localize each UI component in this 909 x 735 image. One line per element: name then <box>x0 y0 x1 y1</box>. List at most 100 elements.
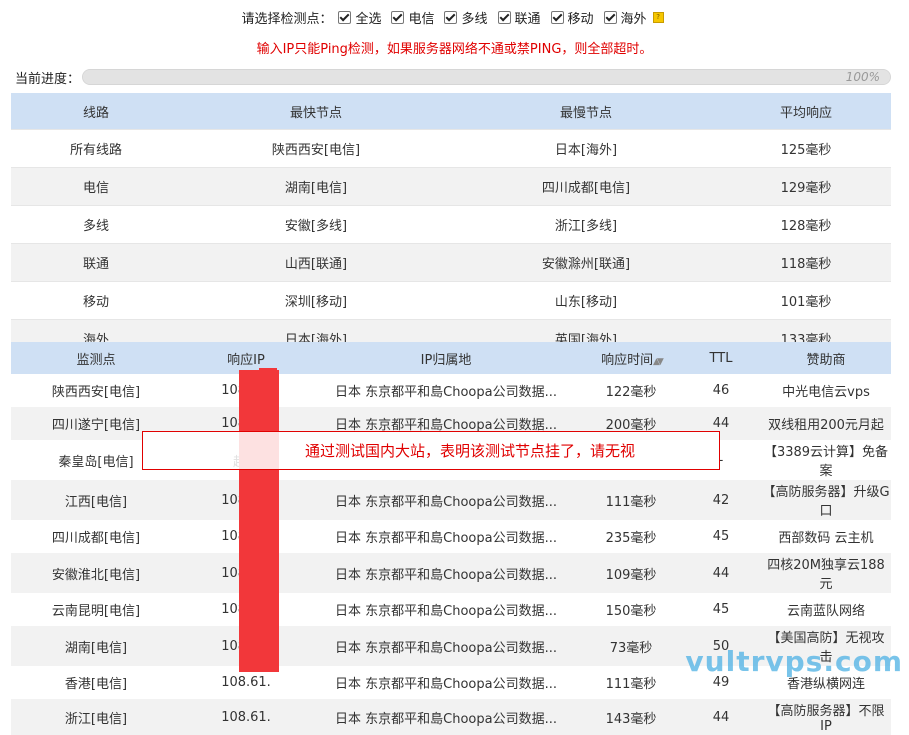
detail-header-label: IP归属地 <box>420 352 472 368</box>
detail-cell-sponsor[interactable]: 【高防服务器】升级G口 <box>761 480 891 520</box>
summary-cell: 101毫秒 <box>721 281 891 320</box>
table-row: 浙江[电信] 108.61. 日本 东京都平和島Choopa公司数据... 143毫秒… <box>11 699 891 735</box>
detail-header-cell: IP归属地 <box>311 342 581 374</box>
detail-cell-ip: 108.61. <box>181 699 311 735</box>
table-row: 江西[电信]108.61.日本 东京都平和島Choopa公司数据...111毫秒… <box>11 480 891 520</box>
detail-cell-ttl: 42 <box>681 480 761 520</box>
option-label: 海外 <box>620 11 647 27</box>
checkbox-telecom[interactable] <box>391 10 405 24</box>
summary-cell: 深圳[移动] <box>181 281 451 320</box>
detail-cell-sponsor[interactable]: 四核20M独享云188元 <box>761 553 891 593</box>
summary-header-cell: 线路 <box>11 93 181 130</box>
detail-cell-loc: 日本 东京都平和島Choopa公司数据... <box>311 480 581 520</box>
summary-cell: 移动 <box>11 281 181 320</box>
summary-cell: 129毫秒 <box>721 167 891 206</box>
option-label: 多线 <box>461 11 488 27</box>
option-label: 联通 <box>514 11 541 27</box>
summary-cell: 四川成都[电信] <box>451 167 721 206</box>
detail-cell-sponsor[interactable]: 【高防服务器】不限IP <box>761 699 891 735</box>
summary-row: 电信 湖南[电信] 四川成都[电信] 129毫秒 <box>11 167 891 206</box>
detail-header-label: 响应时间 <box>601 352 654 368</box>
option-multiline[interactable]: 多线 <box>444 8 488 27</box>
detail-cell-sponsor[interactable]: 云南蓝队网络 <box>761 593 891 626</box>
detail-cell-ttl: 46 <box>712 383 730 398</box>
detail-header-label: 响应IP <box>227 352 265 368</box>
option-label: 全选 <box>355 11 382 27</box>
detail-cell-loc: 日本 东京都平和島Choopa公司数据... <box>335 531 557 546</box>
summary-cell: 山西[联通] <box>181 243 451 282</box>
detail-header-label: 监测点 <box>76 352 116 368</box>
detail-header-label: 赞助商 <box>806 352 846 368</box>
detail-cell-sponsor[interactable]: 双线租用200元月起 <box>761 407 891 440</box>
option-unicom[interactable]: 联通 <box>497 8 541 27</box>
help-icon[interactable]: ? <box>652 11 664 23</box>
detail-cell-node: 湖南[电信] <box>11 626 181 666</box>
detail-cell-ttl: 45 <box>712 529 730 544</box>
detail-header-cell: 监测点 <box>11 342 181 374</box>
summary-row: 所有线路 陕西西安[电信] 日本[海外] 125毫秒 <box>11 129 891 168</box>
summary-header-cell: 最慢节点 <box>451 93 721 130</box>
redaction-mark <box>239 370 279 672</box>
detail-cell-loc: 日本 东京都平和島Choopa公司数据... <box>311 626 581 666</box>
summary-row: 移动 深圳[移动] 山东[移动] 101毫秒 <box>11 281 891 320</box>
sort-icon[interactable]: ▲▼ <box>653 357 664 367</box>
checkbox-multiline[interactable] <box>444 10 458 24</box>
summary-cell: 多线 <box>11 205 181 244</box>
summary-header-cell: 平均响应 <box>721 93 891 130</box>
detail-cell-node: 浙江[电信] <box>11 699 181 735</box>
summary-cell: 湖南[电信] <box>181 167 451 206</box>
summary-cell: 日本[海外] <box>451 129 721 168</box>
summary-table: 线路 最快节点 最慢节点 平均响应 所有线路 陕西西安[电信] 日本[海外] 125毫秒 电信… <box>11 93 891 358</box>
redaction-mark-top <box>259 368 277 378</box>
detail-cell-time: 150毫秒 <box>605 604 657 619</box>
ping-notice: 输入IP只能Ping检测，如果服务器网络不通或禁PING，则全部超时。 <box>256 42 653 57</box>
table-row: 陕西西安[电信]108.61.日本 东京都平和島Choopa公司数据...122… <box>11 374 891 407</box>
option-all[interactable]: 全选 <box>338 8 381 27</box>
detail-header-cell: 赞助商 <box>761 342 891 374</box>
summary-cell: 山东[移动] <box>451 281 721 320</box>
detail-cell-time: 111毫秒 <box>605 677 657 692</box>
detail-cell-node: 安徽淮北[电信] <box>11 553 181 593</box>
detail-cell-node: 云南昆明[电信] <box>51 604 141 619</box>
summary-row: 联通 山西[联通] 安徽滁州[联通] 118毫秒 <box>11 243 891 282</box>
summary-cell: 联通 <box>11 243 181 282</box>
option-telecom[interactable]: 电信 <box>391 8 434 27</box>
table-row: 四川成都[电信]108.61.日本 东京都平和島Choopa公司数据...235… <box>11 520 891 553</box>
checkbox-all[interactable] <box>338 10 352 24</box>
summary-header-cell: 最快节点 <box>181 93 451 130</box>
detail-cell-time: 111毫秒 <box>581 480 681 520</box>
checkbox-overseas[interactable] <box>603 10 617 24</box>
detail-cell-time: 235毫秒 <box>605 531 657 546</box>
checkbox-mobile[interactable] <box>550 10 564 24</box>
annotation-box: 通过测试国内大站，表明该测试节点挂了，请无视 <box>142 431 720 470</box>
option-mobile[interactable]: 移动 <box>550 8 594 27</box>
detail-cell-loc: 日本 东京都平和島Choopa公司数据... <box>335 604 557 619</box>
progress-label: 当前进度： <box>15 71 81 87</box>
detail-cell-time: 122毫秒 <box>605 385 657 400</box>
progress-bar: 100% <box>82 69 891 85</box>
summary-cell: 安徽[多线] <box>181 205 451 244</box>
watermark: vultrvps.com <box>685 645 903 678</box>
checkbox-unicom[interactable] <box>497 10 511 24</box>
detail-cell-sponsor[interactable]: 【3389云计算】免备案 <box>761 440 891 480</box>
summary-cell: 陕西西安[电信] <box>181 129 451 168</box>
option-label: 移动 <box>567 11 594 27</box>
detail-cell-node: 江西[电信] <box>11 480 181 520</box>
detail-cell-ttl: 44 <box>681 699 761 735</box>
summary-cell: 安徽滁州[联通] <box>451 243 721 282</box>
table-row: 云南昆明[电信]108.61.日本 东京都平和島Choopa公司数据...150… <box>11 593 891 626</box>
summary-cell: 所有线路 <box>11 129 181 168</box>
summary-cell: 125毫秒 <box>721 129 891 168</box>
detail-cell-loc: 日本 东京都平和島Choopa公司数据... <box>311 699 581 735</box>
sort-by-time-header[interactable]: 响应时间 ▲▼ <box>581 342 681 374</box>
detail-cell-loc: 日本 东京都平和島Choopa公司数据... <box>311 553 581 593</box>
option-overseas[interactable]: 海外? <box>603 8 664 27</box>
progress-fill <box>83 70 890 84</box>
detail-cell-time: 73毫秒 <box>581 626 681 666</box>
detail-cell-sponsor[interactable]: 西部数码 云主机 <box>761 520 891 553</box>
node-options: 请选择检测点： 全选 电信 多线 联通 移动 海外? <box>0 7 909 27</box>
option-label: 电信 <box>408 11 435 27</box>
detail-cell-sponsor[interactable]: 中光电信云vps <box>761 374 891 407</box>
summary-cell: 128毫秒 <box>721 205 891 244</box>
summary-row: 多线 安徽[多线] 浙江[多线] 128毫秒 <box>11 205 891 244</box>
